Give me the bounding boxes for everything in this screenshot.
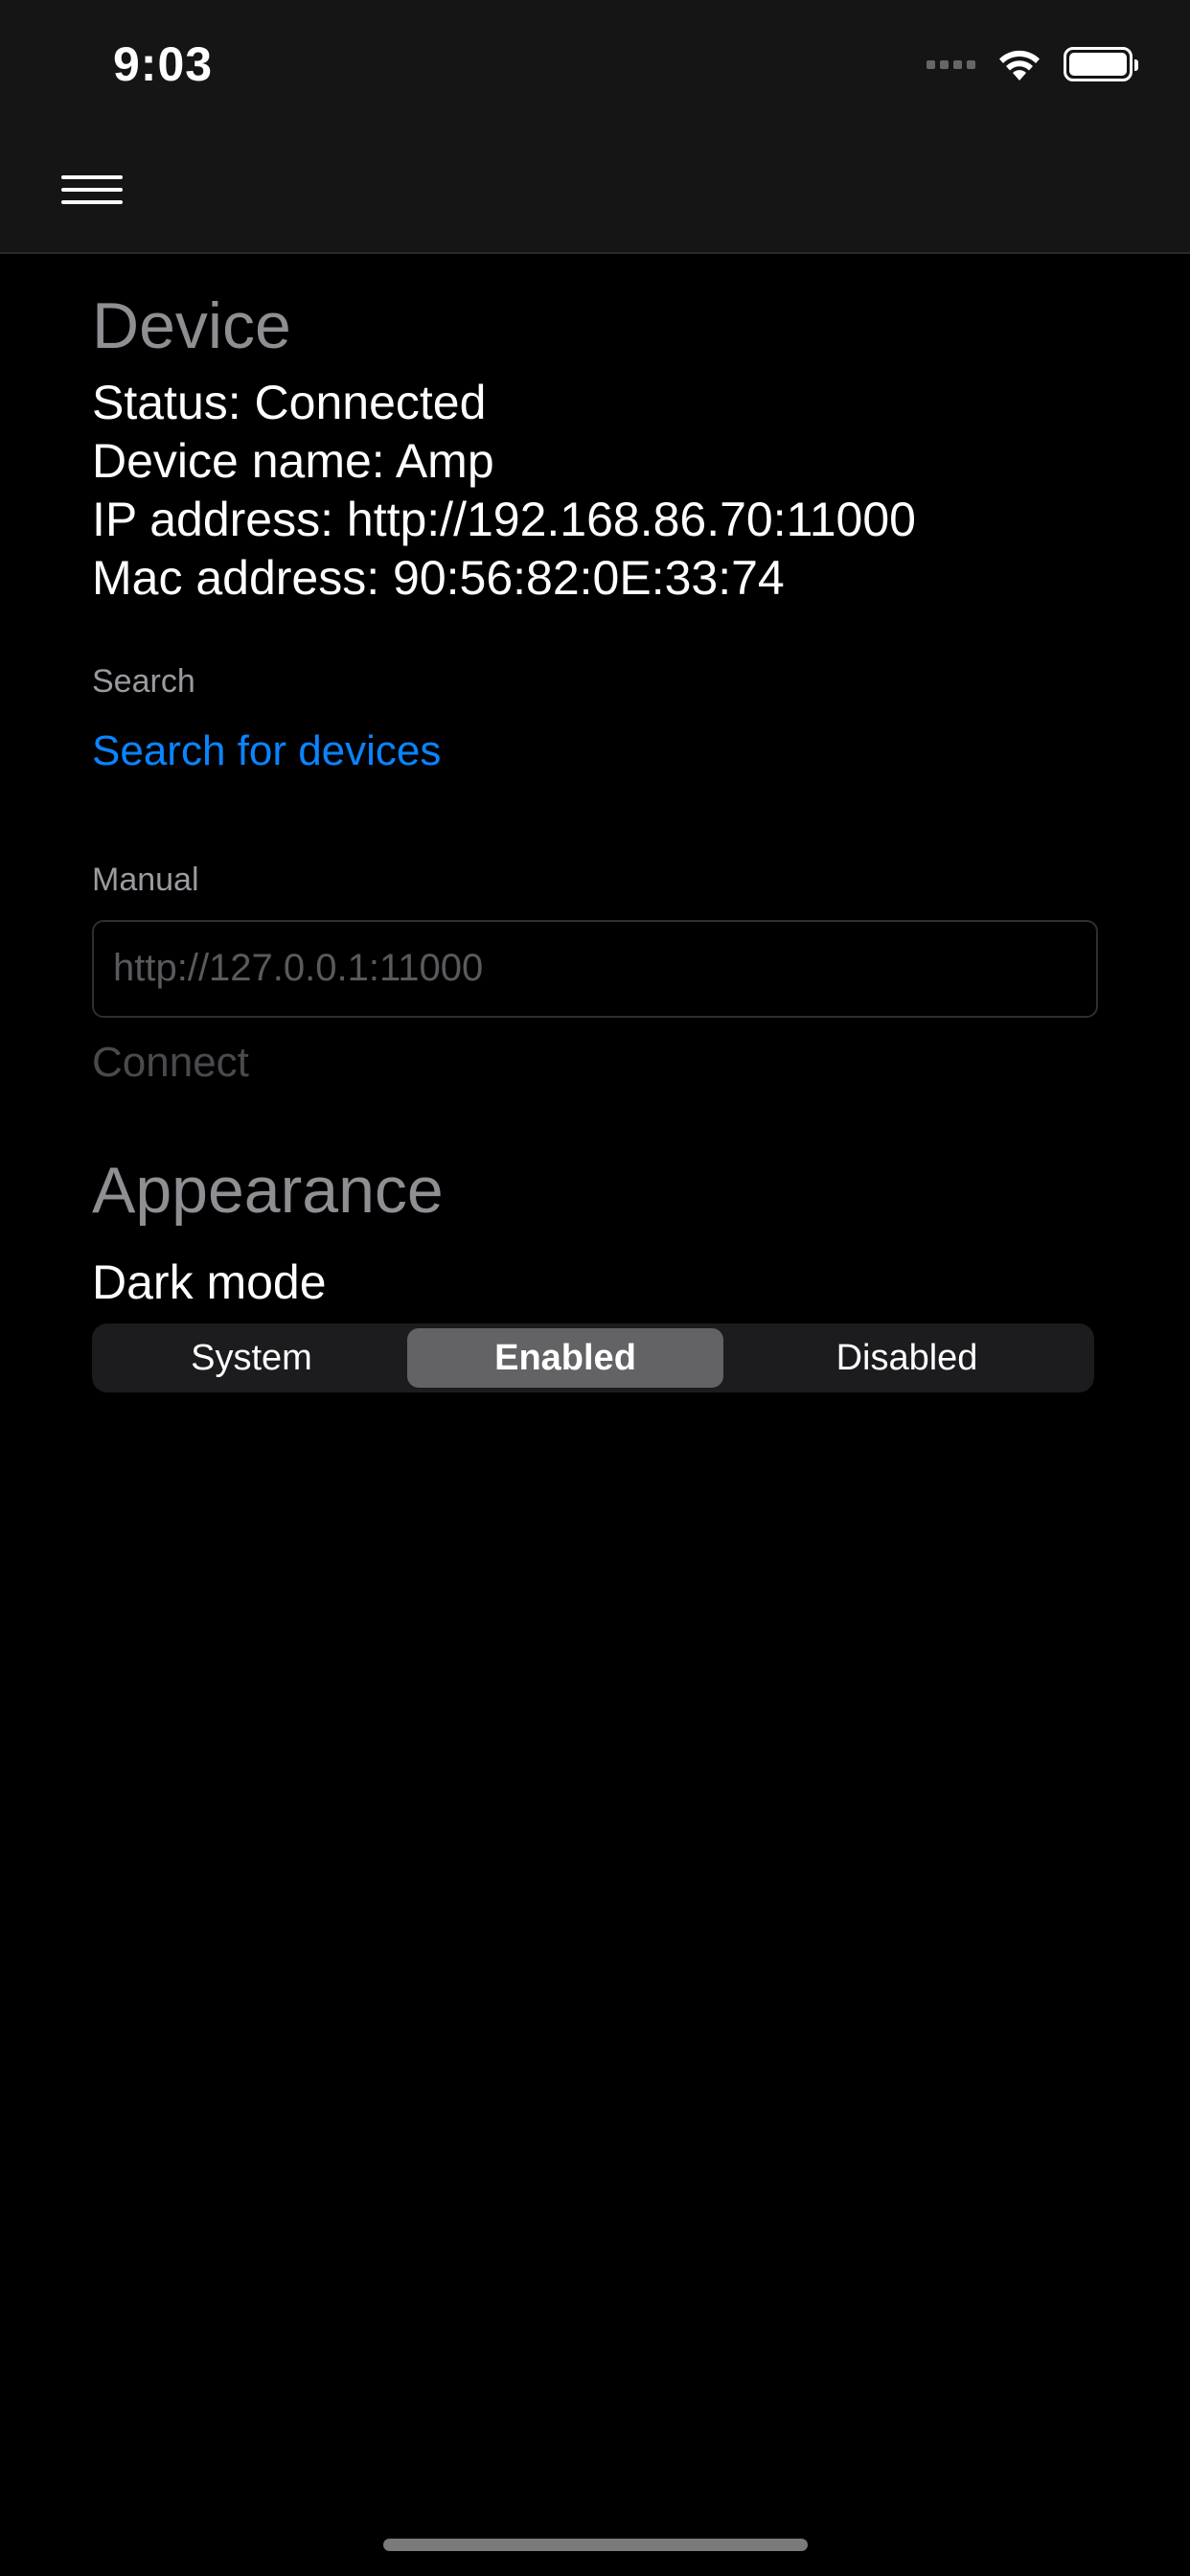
hamburger-menu-icon[interactable] — [61, 172, 126, 211]
settings-content: Device Status: Connected Device name: Am… — [92, 288, 1098, 1393]
appearance-section-title: Appearance — [92, 1153, 444, 1227]
status-time: 9:03 — [113, 37, 214, 91]
signal-icon — [927, 59, 975, 69]
wifi-icon — [999, 50, 1040, 80]
device-section-title: Device — [92, 289, 291, 362]
device-mac-address: Mac address: 90:56:82:0E:33:74 — [92, 550, 785, 605]
device-status: Status: Connected — [92, 375, 487, 429]
dark-mode-label: Dark mode — [92, 1255, 327, 1310]
dark-mode-segmented-control: System Enabled Disabled — [92, 1323, 1094, 1393]
manual-section-label: Manual — [92, 861, 199, 898]
settings-screen: 9:03 Device Status: Connected Device nam… — [0, 0, 1190, 2576]
device-ip-address: IP address: http://192.168.86.70:11000 — [92, 492, 916, 546]
top-bar: 9:03 — [0, 0, 1190, 254]
device-name: Device name: Amp — [92, 433, 494, 488]
manual-url-input[interactable] — [92, 919, 1098, 1018]
search-section-label: Search — [92, 662, 195, 700]
search-for-devices-link[interactable]: Search for devices — [92, 727, 441, 775]
battery-icon — [1064, 47, 1138, 81]
status-icons — [927, 42, 1138, 86]
home-indicator — [383, 2539, 808, 2551]
device-info: Status: Connected Device name: Amp IP ad… — [92, 374, 1098, 608]
connect-button[interactable]: Connect — [92, 1039, 249, 1087]
segment-enabled[interactable]: Enabled — [407, 1328, 723, 1389]
segment-system[interactable]: System — [96, 1328, 407, 1388]
segment-disabled[interactable]: Disabled — [723, 1328, 1090, 1388]
